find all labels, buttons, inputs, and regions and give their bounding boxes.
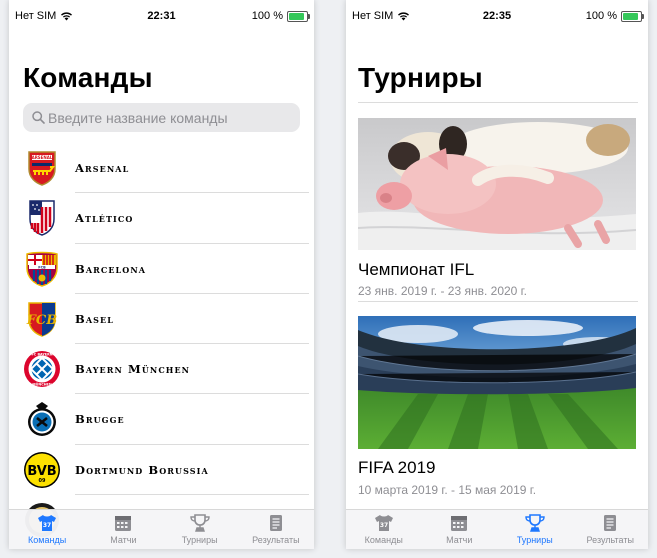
jersey-icon: 37 — [374, 515, 393, 531]
tournament-dates: 23 янв. 2019 г. - 23 янв. 2020 г. — [358, 284, 527, 298]
barcelona-logo: FCB — [26, 251, 58, 287]
team-name: Basel — [75, 311, 114, 326]
basel-logo: FCB — [26, 302, 58, 337]
team-name: Atlético — [75, 211, 134, 226]
atletico-logo — [29, 200, 55, 237]
tab-label: Команды — [28, 535, 67, 545]
tab-label: Матчи — [446, 535, 473, 545]
team-row[interactable]: FCB Basel — [9, 294, 314, 345]
battery-icon — [621, 10, 644, 22]
jersey-icon: 37 — [38, 515, 57, 531]
tab-label: Турниры — [181, 535, 218, 545]
team-name: Bayern München — [75, 362, 191, 377]
team-row[interactable]: BVB 09 Dortmund Borussia — [9, 445, 314, 496]
tab-teams[interactable]: 37 Команды — [346, 510, 422, 549]
arsenal-logo: ARSENAL — [28, 151, 56, 186]
tab-teams[interactable]: 37 Команды — [9, 510, 85, 549]
team-name: Dortmund Borussia — [75, 462, 209, 477]
svg-text:37: 37 — [43, 522, 51, 529]
tab-matches[interactable]: Матчи — [422, 510, 498, 549]
svg-text:37: 37 — [380, 522, 388, 529]
team-name: Barcelona — [75, 261, 147, 276]
tournament-image — [358, 316, 636, 449]
calendar-icon — [451, 516, 468, 531]
trophy-icon — [189, 514, 210, 532]
tab-label: Матчи — [110, 535, 137, 545]
search-bar[interactable] — [23, 103, 300, 132]
team-row[interactable]: Brugge — [9, 394, 314, 445]
dog-and-pig-photo — [358, 118, 636, 250]
svg-text:09: 09 — [39, 478, 46, 484]
trophy-icon — [525, 514, 545, 532]
page-title: Турниры — [358, 62, 483, 93]
tab-tournaments[interactable]: Турниры — [497, 510, 573, 549]
team-name: Brugge — [75, 412, 125, 427]
svg-text:MÜNCHEN: MÜNCHEN — [32, 382, 52, 387]
divider — [358, 301, 638, 302]
calendar-icon — [115, 516, 132, 531]
tournaments-screen: Нет SIM 22:35 100 % Турниры Чемпионат IF… — [346, 0, 648, 549]
svg-text:FCB: FCB — [26, 313, 58, 328]
tournament-dates: 10 марта 2019 г. - 15 мая 2019 г. — [358, 483, 537, 497]
tournament-title: Чемпионат IFL — [358, 260, 475, 279]
tab-results[interactable]: Результаты — [238, 510, 314, 549]
teams-screen: Нет SIM 22:31 100 % Команды ARSENAL Arse… — [9, 0, 314, 549]
battery-icon — [287, 10, 310, 22]
divider — [358, 102, 638, 103]
team-row[interactable]: FCB Barcelona — [9, 244, 314, 294]
battery-percent: 100 % — [251, 10, 283, 22]
svg-text:FCB: FCB — [38, 265, 46, 269]
svg-text:BVB: BVB — [27, 464, 56, 479]
battery-percent: 100 % — [585, 10, 617, 22]
tab-label: Турниры — [516, 535, 553, 545]
tab-tournaments[interactable]: Турниры — [162, 510, 238, 549]
scores-icon — [604, 515, 617, 531]
svg-text:FC BAYERN: FC BAYERN — [31, 353, 52, 357]
bayern-logo: FC BAYERN MÜNCHEN — [24, 351, 60, 388]
tab-label: Команды — [364, 535, 403, 545]
scores-icon — [269, 515, 282, 531]
team-row[interactable]: FC BAYERN MÜNCHEN Bayern München — [9, 344, 314, 395]
tab-matches[interactable]: Матчи — [85, 510, 161, 549]
status-bar: Нет SIM 22:31 100 % — [9, 0, 314, 28]
stadium-photo — [358, 316, 636, 449]
tournament-image — [358, 118, 636, 250]
dortmund-logo: BVB 09 — [24, 451, 60, 488]
team-row[interactable]: ARSENAL Arsenal — [9, 143, 314, 194]
team-list: ARSENAL Arsenal Atlético FCB Barcelona F… — [9, 143, 314, 545]
page-title: Команды — [23, 62, 153, 93]
tab-bar: 37 Команды Матчи Турниры Результаты — [9, 509, 314, 549]
search-icon — [32, 111, 45, 124]
tournament-title: FIFA 2019 — [358, 458, 436, 477]
status-bar: Нет SIM 22:35 100 % — [346, 0, 648, 28]
tab-label: Результаты — [252, 535, 300, 545]
tab-bar: 37 Команды Матчи Турниры Результаты — [346, 509, 648, 549]
tab-results[interactable]: Результаты — [573, 510, 649, 549]
tab-label: Результаты — [586, 535, 634, 545]
svg-text:ARSENAL: ARSENAL — [32, 155, 53, 160]
team-row[interactable]: Atlético — [9, 193, 314, 244]
search-input[interactable] — [48, 105, 293, 130]
team-name: Arsenal — [75, 161, 130, 175]
brugge-logo — [28, 402, 56, 437]
